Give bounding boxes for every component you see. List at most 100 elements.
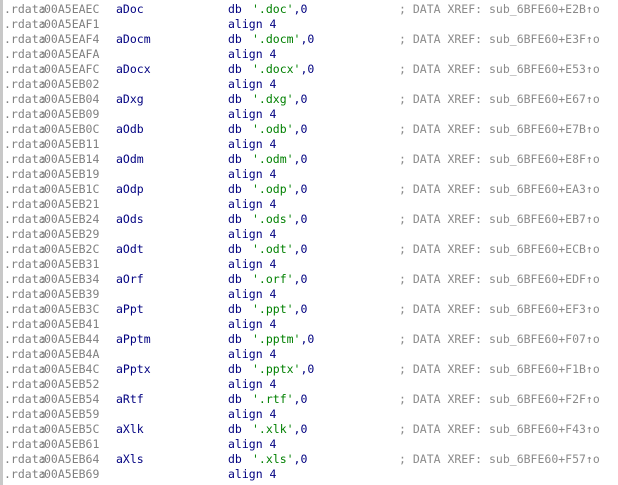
listing-line[interactable]: .rdata:00A5EB24 aOds db '.ods',0; DATA XREF…: [4, 212, 618, 227]
address[interactable]: 00A5EB3C: [44, 302, 99, 317]
listing-line[interactable]: .rdata:00A5EB04 aDxg db '.dxg',0; DATA XREF…: [4, 92, 618, 107]
xref-comment[interactable]: ; DATA XREF: sub_6BFE60+F2F↑o: [399, 392, 600, 407]
address[interactable]: 00A5EB59: [44, 407, 99, 422]
data-label[interactable]: aOdp: [116, 182, 144, 197]
address[interactable]: 00A5EAF4: [44, 32, 99, 47]
listing-line[interactable]: .rdata:00A5EB64 aXls db '.xls',0; DATA XREF…: [4, 452, 618, 467]
listing-line[interactable]: .rdata:00A5EB0C aOdb db '.odb',0; DATA XREF…: [4, 122, 618, 137]
address[interactable]: 00A5EB69: [44, 467, 99, 482]
address[interactable]: 00A5EB61: [44, 437, 99, 452]
address[interactable]: 00A5EAEC: [44, 2, 99, 17]
address[interactable]: 00A5EB1C: [44, 182, 99, 197]
xref-comment[interactable]: ; DATA XREF: sub_6BFE60+E2B↑o: [399, 2, 600, 17]
xref-comment[interactable]: ; DATA XREF: sub_6BFE60+E3F↑o: [399, 32, 600, 47]
address[interactable]: 00A5EB39: [44, 287, 99, 302]
address[interactable]: 00A5EB04: [44, 92, 99, 107]
data-label[interactable]: aPptm: [116, 332, 151, 347]
address[interactable]: 00A5EB64: [44, 452, 99, 467]
address[interactable]: 00A5EB11: [44, 137, 99, 152]
data-label[interactable]: aPptx: [116, 362, 151, 377]
listing-line[interactable]: .rdata:00A5EB69 align 4: [4, 467, 618, 482]
data-label[interactable]: aXls: [116, 452, 144, 467]
listing-line[interactable]: .rdata:00A5EB4A align 4: [4, 347, 618, 362]
listing-line[interactable]: .rdata:00A5EAF1 align 4: [4, 17, 618, 32]
data-label[interactable]: aOdt: [116, 242, 144, 257]
xref-comment[interactable]: ; DATA XREF: sub_6BFE60+EDF↑o: [399, 272, 600, 287]
data-label[interactable]: aDxg: [116, 92, 144, 107]
address[interactable]: 00A5EB2C: [44, 242, 99, 257]
address[interactable]: 00A5EB34: [44, 272, 99, 287]
disassembly-listing[interactable]: .rdata:00A5EAEC aDoc db '.doc',0; DATA XREF…: [4, 2, 618, 482]
xref-comment[interactable]: ; DATA XREF: sub_6BFE60+ECB↑o: [399, 242, 600, 257]
listing-line[interactable]: .rdata:00A5EB14 aOdm db '.odm',0; DATA XREF…: [4, 152, 618, 167]
listing-line[interactable]: .rdata:00A5EB34 aOrf db '.orf',0; DATA XREF…: [4, 272, 618, 287]
address[interactable]: 00A5EB14: [44, 152, 99, 167]
data-label[interactable]: aOdm: [116, 152, 144, 167]
listing-line[interactable]: .rdata:00A5EB54 aRtf db '.rtf',0; DATA XREF…: [4, 392, 618, 407]
xref-comment[interactable]: ; DATA XREF: sub_6BFE60+EB7↑o: [399, 212, 600, 227]
data-label[interactable]: aDocm: [116, 32, 151, 47]
listing-line[interactable]: .rdata:00A5EB4C aPptx db '.pptx',0; DATA XR…: [4, 362, 618, 377]
xref-comment[interactable]: ; DATA XREF: sub_6BFE60+F57↑o: [399, 452, 600, 467]
listing-line[interactable]: .rdata:00A5EAEC aDoc db '.doc',0; DATA XREF…: [4, 2, 618, 17]
listing-line[interactable]: .rdata:00A5EB09 align 4: [4, 107, 618, 122]
address[interactable]: 00A5EAF1: [44, 17, 99, 32]
listing-line[interactable]: .rdata:00A5EB3C aPpt db '.ppt',0; DATA XREF…: [4, 302, 618, 317]
listing-line[interactable]: .rdata:00A5EB59 align 4: [4, 407, 618, 422]
address[interactable]: 00A5EB24: [44, 212, 99, 227]
xref-comment[interactable]: ; DATA XREF: sub_6BFE60+F43↑o: [399, 422, 600, 437]
listing-line[interactable]: .rdata:00A5EB31 align 4: [4, 257, 618, 272]
listing-line[interactable]: .rdata:00A5EB21 align 4: [4, 197, 618, 212]
listing-line[interactable]: .rdata:00A5EB44 aPptm db '.pptm',0; DATA XR…: [4, 332, 618, 347]
string-terminator: ,0: [300, 362, 315, 376]
xref-comment[interactable]: ; DATA XREF: sub_6BFE60+E67↑o: [399, 92, 600, 107]
address[interactable]: 00A5EB02: [44, 77, 99, 92]
mnemonic: align 4: [228, 227, 277, 241]
listing-line[interactable]: .rdata:00A5EB2C aOdt db '.odt',0; DATA XREF…: [4, 242, 618, 257]
xref-comment[interactable]: ; DATA XREF: sub_6BFE60+F1B↑o: [399, 362, 600, 377]
listing-line[interactable]: .rdata:00A5EB52 align 4: [4, 377, 618, 392]
listing-line[interactable]: .rdata:00A5EB29 align 4: [4, 227, 618, 242]
string-literal: '.rtf',0: [252, 392, 307, 407]
data-label[interactable]: aPpt: [116, 302, 144, 317]
data-label[interactable]: aOdb: [116, 122, 144, 137]
xref-comment[interactable]: ; DATA XREF: sub_6BFE60+E53↑o: [399, 62, 600, 77]
address[interactable]: 00A5EB4C: [44, 362, 99, 377]
xref-comment[interactable]: ; DATA XREF: sub_6BFE60+EA3↑o: [399, 182, 600, 197]
listing-line[interactable]: .rdata:00A5EB5C aXlk db '.xlk',0; DATA XREF…: [4, 422, 618, 437]
data-label[interactable]: aOds: [116, 212, 144, 227]
data-label[interactable]: aXlk: [116, 422, 144, 437]
address[interactable]: 00A5EAFA: [44, 47, 99, 62]
address[interactable]: 00A5EB09: [44, 107, 99, 122]
address[interactable]: 00A5EB52: [44, 377, 99, 392]
xref-comment[interactable]: ; DATA XREF: sub_6BFE60+E8F↑o: [399, 152, 600, 167]
listing-line[interactable]: .rdata:00A5EAFA align 4: [4, 47, 618, 62]
address[interactable]: 00A5EAFC: [44, 62, 99, 77]
address[interactable]: 00A5EB4A: [44, 347, 99, 362]
listing-line[interactable]: .rdata:00A5EAF4 aDocm db '.docm',0; DATA XR…: [4, 32, 618, 47]
address[interactable]: 00A5EB0C: [44, 122, 99, 137]
xref-comment[interactable]: ; DATA XREF: sub_6BFE60+EF3↑o: [399, 302, 600, 317]
address[interactable]: 00A5EB29: [44, 227, 99, 242]
address[interactable]: 00A5EB44: [44, 332, 99, 347]
address[interactable]: 00A5EB5C: [44, 422, 99, 437]
xref-comment[interactable]: ; DATA XREF: sub_6BFE60+E7B↑o: [399, 122, 600, 137]
xref-comment[interactable]: ; DATA XREF: sub_6BFE60+F07↑o: [399, 332, 600, 347]
data-label[interactable]: aDoc: [116, 2, 144, 17]
listing-line[interactable]: .rdata:00A5EB39 align 4: [4, 287, 618, 302]
data-label[interactable]: aDocx: [116, 62, 151, 77]
address[interactable]: 00A5EB21: [44, 197, 99, 212]
listing-line[interactable]: .rdata:00A5EB11 align 4: [4, 137, 618, 152]
data-label[interactable]: aOrf: [116, 272, 144, 287]
address[interactable]: 00A5EB31: [44, 257, 99, 272]
address[interactable]: 00A5EB54: [44, 392, 99, 407]
listing-line[interactable]: .rdata:00A5EB1C aOdp db '.odp',0; DATA XREF…: [4, 182, 618, 197]
listing-line[interactable]: .rdata:00A5EAFC aDocx db '.docx',0; DATA XR…: [4, 62, 618, 77]
address[interactable]: 00A5EB19: [44, 167, 99, 182]
data-label[interactable]: aRtf: [116, 392, 144, 407]
listing-line[interactable]: .rdata:00A5EB61 align 4: [4, 437, 618, 452]
listing-line[interactable]: .rdata:00A5EB19 align 4: [4, 167, 618, 182]
listing-line[interactable]: .rdata:00A5EB41 align 4: [4, 317, 618, 332]
address[interactable]: 00A5EB41: [44, 317, 99, 332]
listing-line[interactable]: .rdata:00A5EB02 align 4: [4, 77, 618, 92]
